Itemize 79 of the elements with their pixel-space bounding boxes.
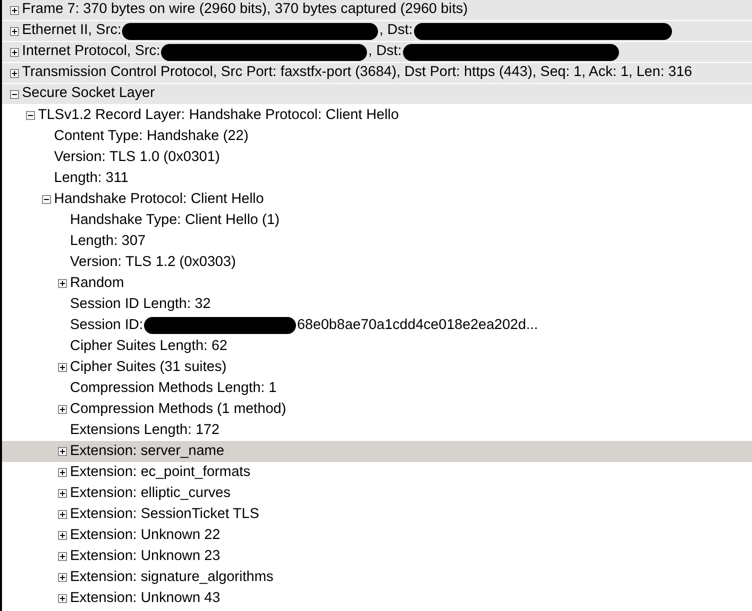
tree-row[interactable]: Length: 307	[2, 231, 752, 252]
protocol-header-row[interactable]: Transmission Control Protocol, Src Port: faxstfx-port (3684), Dst Port: https (443), Seq: 1, Ack: 1, Len: 316	[2, 63, 752, 84]
field-text: Extension: Unknown 22	[70, 526, 220, 545]
field-text: Extension: elliptic_curves	[70, 484, 231, 503]
collapse-icon[interactable]	[26, 111, 34, 120]
field-text: Extension: Unknown 43	[70, 588, 220, 608]
field-text: Extensions Length: 172	[70, 420, 220, 440]
field-text: Session ID:	[70, 316, 144, 335]
tree-row[interactable]: Extension: Unknown 22	[2, 525, 752, 546]
collapse-icon[interactable]	[42, 195, 50, 204]
protocol-header-row[interactable]: Frame 7: 370 bytes on wire (2960 bits), 370 bytes captured (2960 bits)	[2, 0, 752, 21]
expand-icon[interactable]	[10, 26, 18, 36]
field-text: , Dst:	[379, 21, 413, 40]
expand-icon[interactable]	[58, 573, 66, 582]
tree-row[interactable]: Extension: SessionTicket TLS	[2, 504, 752, 525]
expand-icon[interactable]	[10, 68, 18, 78]
field-text: Cipher Suites (31 suites)	[70, 358, 227, 377]
tree-row[interactable]: Handshake Type: Client Hello (1)	[2, 210, 752, 231]
field-text: Handshake Protocol: Client Hello	[54, 190, 264, 209]
field-text: Random	[70, 274, 124, 293]
field-text: Version: TLS 1.2 (0x0303)	[70, 252, 236, 272]
expand-icon[interactable]	[58, 594, 66, 603]
field-text: Extension: SessionTicket TLS	[70, 504, 260, 524]
field-text: TLSv1.2 Record Layer: Handshake Protocol: Client Hello	[38, 106, 399, 125]
field-text: Content Type: Handshake (22)	[54, 126, 248, 146]
tree-row[interactable]: Cipher Suites (31 suites)	[2, 357, 752, 378]
protocol-header-row[interactable]: Internet Protocol, Src: , Dst:	[2, 42, 752, 63]
field-text: Length: 311	[54, 168, 128, 188]
tree-row[interactable]: Extension: signature_algorithms	[2, 567, 752, 588]
field-text: Extension: server_name	[70, 442, 224, 461]
field-text: Compression Methods Length: 1	[70, 378, 277, 398]
collapse-icon[interactable]	[10, 90, 18, 98]
expand-icon[interactable]	[58, 405, 66, 414]
tree-row[interactable]: Extension: elliptic_curves	[2, 483, 752, 504]
field-text: Extension: ec_point_formats	[70, 462, 250, 482]
protocol-header-row[interactable]: Secure Socket Layer	[2, 84, 752, 105]
protocol-header-row[interactable]: Ethernet II, Src: , Dst:	[2, 21, 752, 42]
tree-row[interactable]: Compression Methods (1 method)	[2, 399, 752, 420]
expand-icon[interactable]	[58, 468, 66, 477]
tree-row[interactable]: TLSv1.2 Record Layer: Handshake Protocol: Client Hello	[2, 105, 752, 126]
tree-row[interactable]: Compression Methods Length: 1	[2, 378, 752, 399]
expand-icon[interactable]	[58, 447, 66, 456]
tree-row[interactable]: Extensions Length: 172	[2, 420, 752, 441]
field-text: Cipher Suites Length: 62	[70, 336, 228, 356]
field-text: Ethernet II, Src:	[22, 21, 122, 40]
tree-row[interactable]: Session ID: 68e0b8ae70a1cdd4ce018e2ea202d...	[2, 315, 752, 336]
tree-row[interactable]: Random	[2, 273, 752, 294]
tree-row[interactable]: Extension: Unknown 23	[2, 546, 752, 567]
field-text: Length: 307	[70, 232, 146, 251]
tree-row[interactable]: Handshake Protocol: Client Hello	[2, 189, 752, 210]
expand-icon[interactable]	[58, 489, 66, 498]
tree-row[interactable]: Extension: ec_point_formats	[2, 462, 752, 483]
field-text: Internet Protocol, Src:	[22, 42, 160, 62]
expand-icon[interactable]	[10, 48, 18, 56]
expand-icon[interactable]	[58, 363, 66, 372]
tree-row[interactable]: Length: 311	[2, 168, 752, 189]
field-text: Version: TLS 1.0 (0x0301)	[54, 148, 220, 167]
field-text: Frame 7: 370 bytes on wire (2960 bits), 370 bytes captured (2960 bits)	[22, 0, 468, 20]
tree-row[interactable]: Extension: Unknown 43	[2, 588, 752, 609]
field-text: Transmission Control Protocol, Src Port: faxstfx-port (3684), Dst Port: https (443), Seq: 1, Ack: 1, Len: 316	[22, 63, 692, 82]
expand-icon[interactable]	[58, 279, 66, 288]
expand-icon[interactable]	[58, 552, 66, 561]
selected-tree-row[interactable]: Extension: server_name	[2, 441, 752, 462]
expand-icon[interactable]	[58, 510, 66, 519]
tree-row[interactable]: Version: TLS 1.2 (0x0303)	[2, 252, 752, 273]
tree-row[interactable]: Cipher Suites Length: 62	[2, 336, 752, 357]
field-text: 68e0b8ae70a1cdd4ce018e2ea202d...	[297, 316, 538, 335]
expand-icon[interactable]	[10, 6, 18, 14]
field-text: Extension: signature_algorithms	[70, 568, 274, 587]
field-text: Session ID Length: 32	[70, 294, 211, 314]
field-text: , Dst:	[368, 42, 402, 62]
tree-row[interactable]: Version: TLS 1.0 (0x0301)	[2, 147, 752, 168]
expand-icon[interactable]	[58, 531, 66, 540]
field-text: Handshake Type: Client Hello (1)	[70, 210, 280, 230]
tree-row[interactable]: Session ID Length: 32	[2, 294, 752, 315]
tree-row[interactable]: Content Type: Handshake (22)	[2, 126, 752, 147]
field-text: Compression Methods (1 method)	[70, 400, 286, 419]
field-text: Extension: Unknown 23	[70, 546, 220, 566]
field-text: Secure Socket Layer	[22, 84, 155, 104]
